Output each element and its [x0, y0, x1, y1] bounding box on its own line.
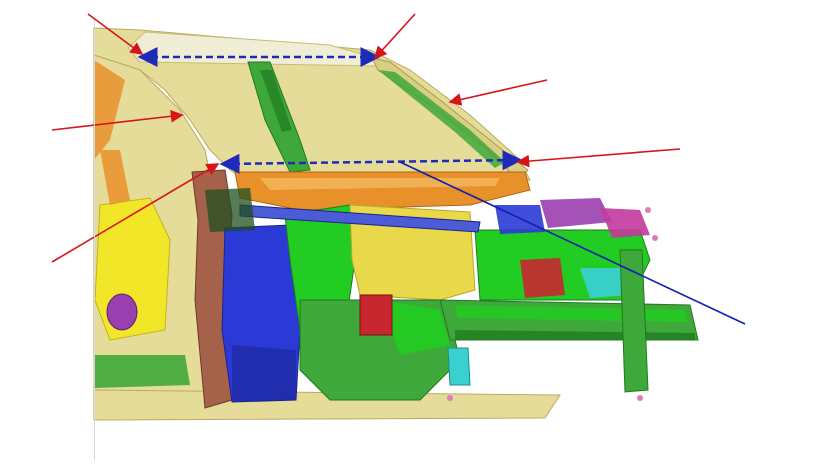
callout-leader-roof-rail-front: [373, 13, 416, 60]
cyan-bracket: [447, 347, 471, 386]
marker-pink-2: [652, 235, 658, 241]
rear-lower-green: [94, 355, 190, 388]
cowl-orange-rail: [234, 171, 531, 211]
roof-rail: [127, 31, 379, 67]
car-body-illustration: [51, 13, 746, 421]
wheelhouse-blue-shade: [232, 345, 296, 402]
marker-pink-3: [637, 395, 643, 401]
shock-tower-dark: [205, 188, 255, 232]
image-left-edge: [94, 20, 95, 460]
front-module-red: [520, 258, 565, 298]
marker-pink-4: [447, 395, 453, 401]
callout-leader-cowl-front: [516, 148, 681, 168]
callout-leader-a-pillar: [448, 79, 548, 106]
diagram-canvas: [0, 0, 819, 460]
red-bracket: [359, 294, 393, 336]
front-module-purple: [540, 198, 612, 228]
marker-pink-1: [645, 207, 651, 213]
rear-purple-part: [106, 293, 138, 331]
